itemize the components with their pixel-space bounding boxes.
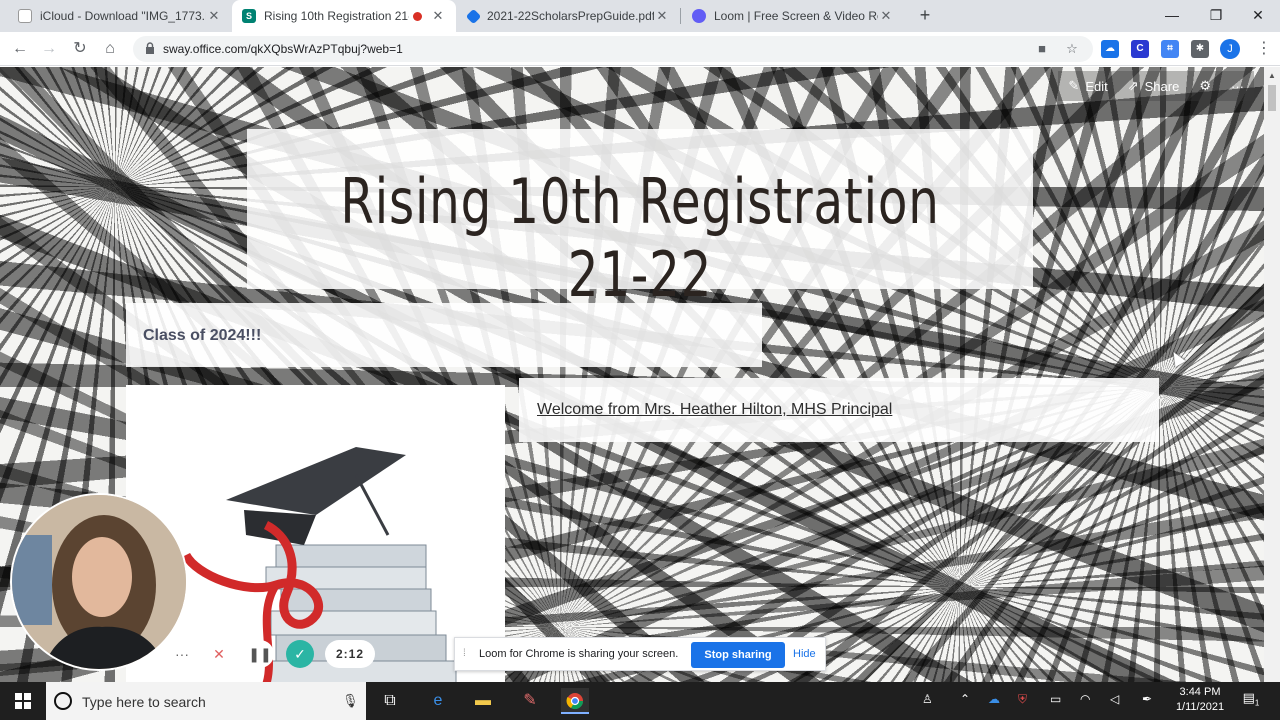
browser-menu-icon[interactable]: ⋮	[1253, 38, 1275, 60]
onedrive-icon[interactable]: ☁	[988, 692, 1000, 706]
drag-handle-icon[interactable]: ⁞	[463, 648, 466, 659]
class-heading: Class of 2024!!!	[143, 327, 262, 344]
graduation-image[interactable]	[126, 385, 505, 682]
battery-icon[interactable]: ▭	[1050, 692, 1061, 706]
search-input[interactable]: Type here to search	[82, 694, 206, 710]
more-options-icon[interactable]: ···	[1221, 71, 1254, 101]
tab-sway[interactable]: S Rising 10th Registration 21-2 ✕	[232, 0, 456, 32]
page-title: Rising 10th Registration 21-22	[340, 165, 940, 311]
webcam-bubble[interactable]	[10, 493, 188, 671]
scrollbar-thumb[interactable]	[1268, 85, 1276, 111]
clock-time: 3:44 PM	[1179, 686, 1221, 698]
close-tab-icon[interactable]: ✕	[430, 8, 446, 24]
drive-extension-icon[interactable]: ☁	[1101, 40, 1119, 58]
show-hidden-icons-icon[interactable]: ⌃	[960, 692, 970, 706]
paint-icon[interactable]: ✎	[516, 688, 544, 714]
edge-icon[interactable]: e	[424, 688, 452, 714]
forward-button[interactable]: →	[38, 38, 60, 60]
tab-title: Loom | Free Screen & Video Reco	[714, 9, 878, 23]
settings-gear-icon[interactable]: ⚙	[1189, 71, 1221, 101]
volume-icon[interactable]: ◁	[1110, 692, 1119, 706]
windows-taskbar: Type here to search 🎙 ⧉ e ▬ ✎ ♙ ⌃ ☁ ⛨ ▭ …	[0, 682, 1280, 720]
mouse-cursor	[1168, 348, 1186, 368]
profile-avatar[interactable]: J	[1220, 39, 1240, 59]
stop-sharing-button[interactable]: Stop sharing	[691, 642, 785, 668]
browser-toolbar: ← → ↻ ⌂ sway.office.com/qkXQbsWrAzPTqbuj…	[0, 32, 1280, 66]
loom-timer: 2:12	[325, 640, 375, 668]
edit-label: Edit	[1085, 78, 1108, 94]
edit-button[interactable]: ✎ Edit	[1058, 71, 1117, 101]
sway-toolbar: ✎ Edit ⇗ Share ⚙ ···	[1058, 71, 1254, 101]
loom-more-button[interactable]: ···	[168, 640, 196, 668]
share-icon: ⇗	[1127, 78, 1139, 93]
presenter-video-icon	[12, 495, 186, 669]
sway-canvas: ✎ Edit ⇗ Share ⚙ ··· Rising 10th Registr…	[0, 67, 1264, 682]
windows-logo-icon	[15, 693, 31, 709]
drive-favicon-icon	[465, 8, 482, 24]
class-heading-card: Class of 2024!!!	[126, 303, 762, 367]
notification-count: 1	[1254, 698, 1260, 708]
tab-divider	[680, 8, 681, 24]
close-tab-icon[interactable]: ✕	[654, 8, 670, 24]
bookmark-star-icon[interactable]: ☆	[1063, 40, 1081, 58]
scroll-up-icon[interactable]: ▲	[1268, 71, 1276, 80]
loom-cancel-button[interactable]: ✕	[205, 640, 233, 668]
share-label: Share	[1144, 78, 1180, 94]
url-text: sway.office.com/qkXQbsWrAzPTqbuj?web=1	[163, 42, 403, 56]
chrome-icon[interactable]	[561, 688, 589, 714]
file-explorer-icon[interactable]: ▬	[469, 688, 497, 714]
sway-favicon-icon: S	[242, 9, 256, 23]
system-clock[interactable]: 3:44 PM 1/11/2021	[1172, 685, 1228, 715]
icloud-favicon-icon	[18, 9, 32, 23]
people-icon[interactable]: ♙	[922, 692, 933, 706]
clock-date: 1/11/2021	[1175, 701, 1225, 713]
welcome-link[interactable]: Welcome from Mrs. Heather Hilton, MHS Pr…	[537, 401, 892, 419]
taskbar-search[interactable]: Type here to search 🎙	[46, 682, 366, 720]
restore-button[interactable]: ❐	[1194, 0, 1238, 32]
loom-pause-button[interactable]: ❚❚	[246, 640, 274, 668]
home-button[interactable]: ⌂	[99, 38, 121, 60]
share-button[interactable]: ⇗ Share	[1118, 71, 1190, 101]
tab-title: iCloud - Download "IMG_1773.M	[40, 9, 206, 23]
notification-center-icon[interactable]: ▤1	[1240, 690, 1262, 712]
title-card: Rising 10th Registration 21-22	[247, 129, 1033, 311]
lock-icon	[146, 42, 154, 54]
start-button[interactable]	[0, 682, 46, 720]
camera-icon[interactable]: ■	[1033, 40, 1051, 58]
task-view-icon[interactable]: ⧉	[376, 688, 404, 714]
recording-indicator-icon	[413, 11, 422, 21]
page-scrollbar[interactable]: ▲	[1264, 67, 1280, 682]
minimize-button[interactable]: —	[1150, 0, 1194, 32]
loom-finish-button[interactable]: ✓	[286, 640, 314, 668]
hide-button[interactable]: Hide	[793, 648, 816, 660]
close-tab-icon[interactable]: ✕	[878, 8, 894, 24]
chrome-logo-icon	[566, 693, 584, 710]
tab-title: Rising 10th Registration 21-2	[264, 9, 409, 23]
graduation-cap-books-illustration	[181, 447, 457, 682]
tab-extension-icon[interactable]: ⌗	[1161, 40, 1179, 58]
loom-favicon-icon	[692, 9, 706, 23]
search-icon	[54, 692, 72, 710]
security-icon[interactable]: ⛨	[1018, 692, 1027, 707]
pencil-icon: ✎	[1068, 78, 1080, 93]
browser-tab-strip: iCloud - Download "IMG_1773.M ✕ S Rising…	[0, 0, 1280, 32]
tab-loom[interactable]: Loom | Free Screen & Video Reco ✕	[682, 0, 904, 32]
close-tab-icon[interactable]: ✕	[206, 8, 222, 24]
sharing-message: Loom for Chrome is sharing your screen.	[479, 648, 679, 660]
wifi-icon[interactable]: ◠	[1080, 692, 1090, 706]
close-window-button[interactable]: ✕	[1236, 0, 1280, 32]
welcome-card: Welcome from Mrs. Heather Hilton, MHS Pr…	[519, 378, 1159, 442]
reload-button[interactable]: ↻	[69, 38, 91, 60]
tab-icloud[interactable]: iCloud - Download "IMG_1773.M ✕	[8, 0, 232, 32]
back-button[interactable]: ←	[9, 38, 31, 60]
microphone-icon[interactable]: 🎙	[342, 693, 359, 709]
tab-title: 2021-22ScholarsPrepGuide.pdf	[487, 9, 654, 23]
pen-icon[interactable]: ✒	[1142, 692, 1152, 706]
tab-pdf[interactable]: 2021-22ScholarsPrepGuide.pdf ✕	[458, 0, 680, 32]
puzzle-extension-icon[interactable]: ✱	[1191, 40, 1209, 58]
screen-sharing-bar: ⁞ Loom for Chrome is sharing your screen…	[454, 637, 826, 671]
address-bar[interactable]: sway.office.com/qkXQbsWrAzPTqbuj?web=1 ■…	[133, 36, 1093, 62]
clever-extension-icon[interactable]: C	[1131, 40, 1149, 58]
new-tab-button[interactable]: +	[914, 4, 936, 26]
